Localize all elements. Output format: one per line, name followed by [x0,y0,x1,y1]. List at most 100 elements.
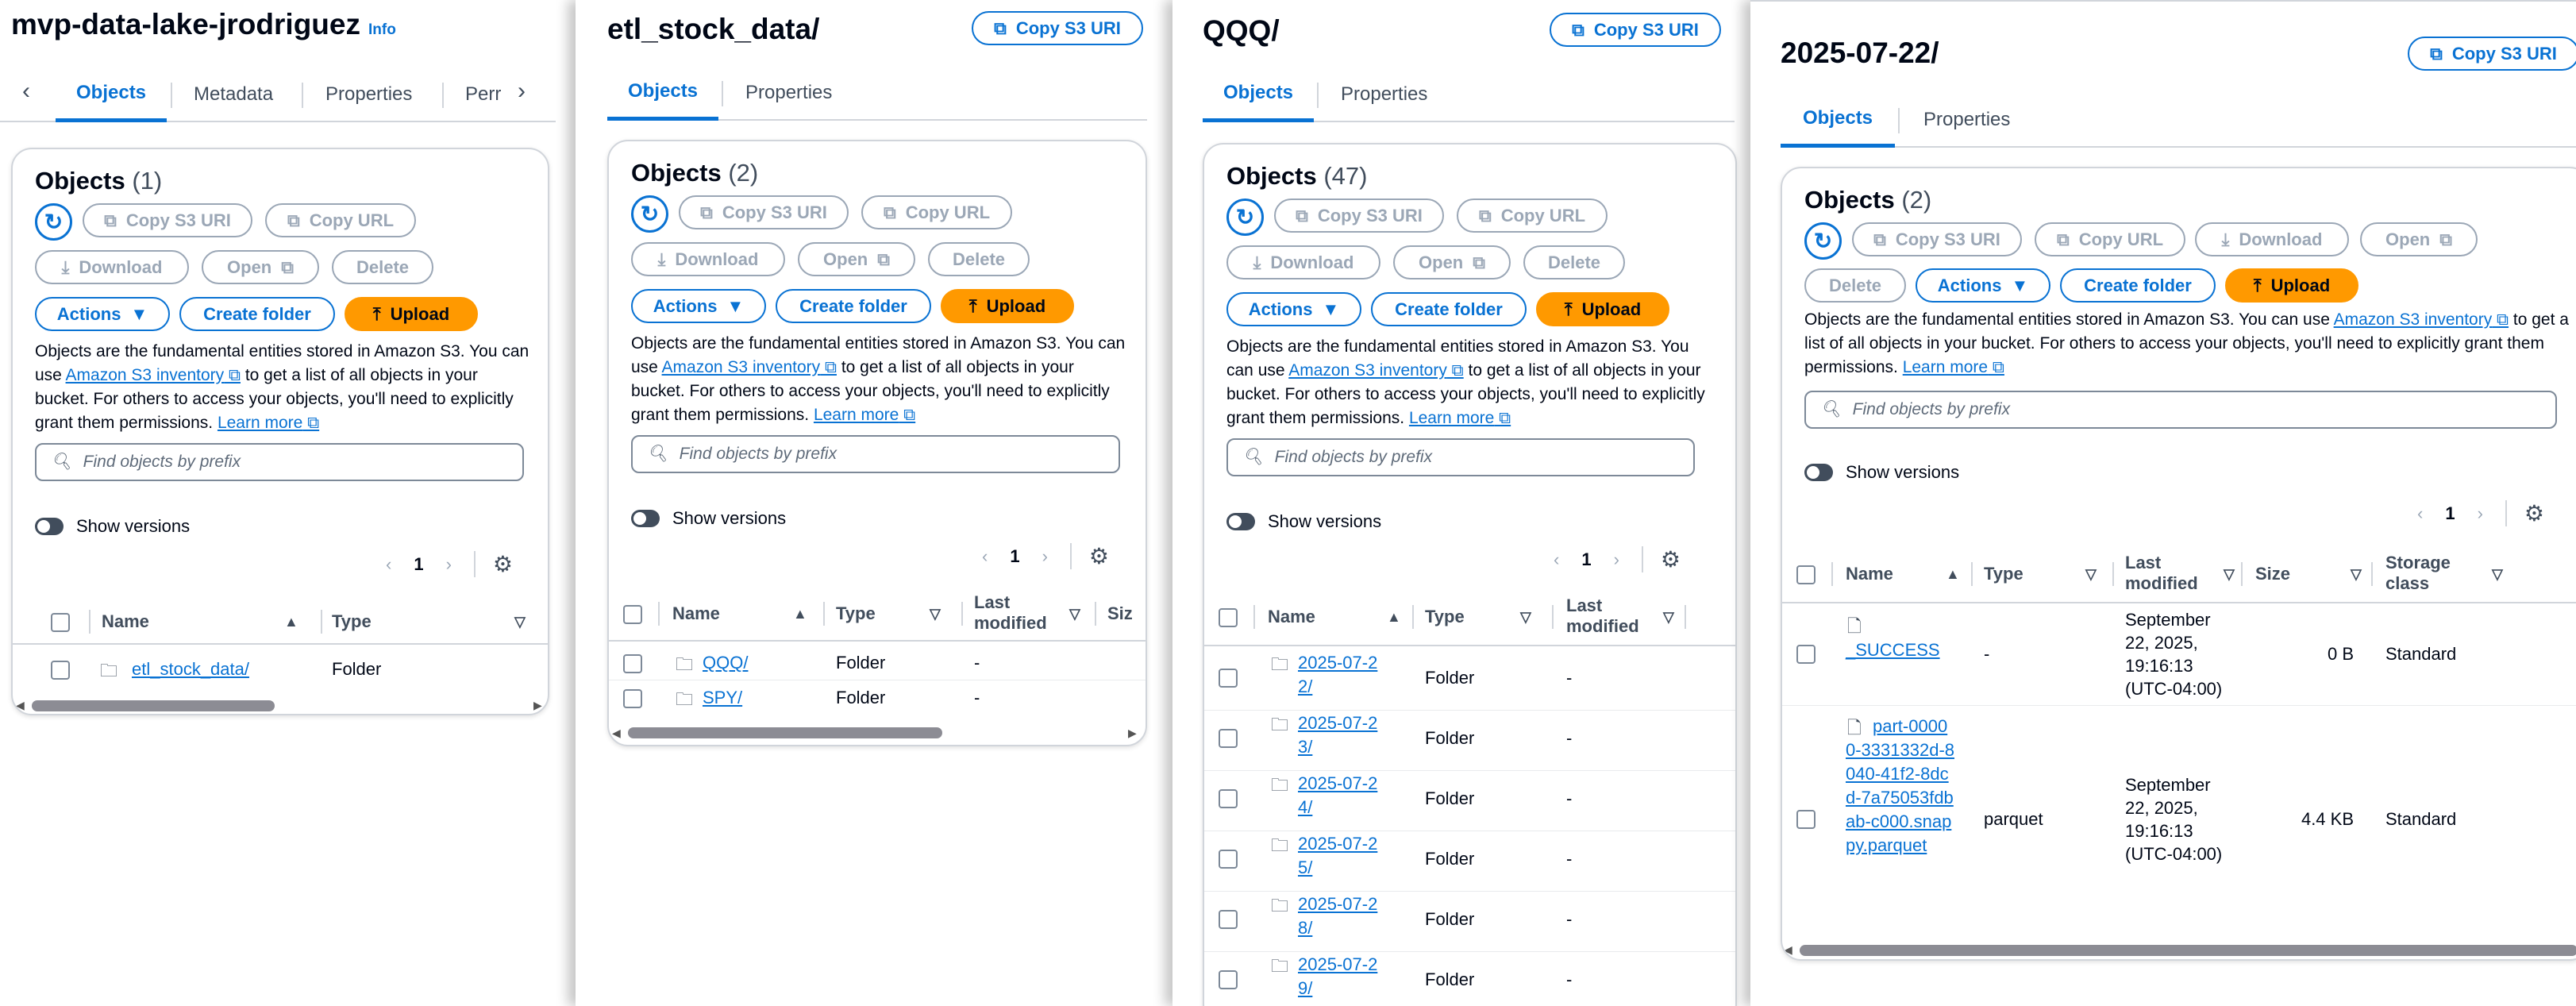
scroll-left-icon[interactable]: ◀ [612,727,621,740]
copy-s3-uri-button[interactable]: ⧉ Copy S3 URI [1274,199,1444,233]
scroll-right-icon[interactable]: ▶ [1128,727,1137,740]
sort-icon[interactable]: ▽ [1663,607,1674,627]
show-versions-toggle[interactable]: Show versions [1804,462,1959,483]
horizontal-scrollbar[interactable] [32,700,275,711]
column-name[interactable]: Name ▲ [1846,564,1965,584]
create-folder-button[interactable]: Create folder [179,297,335,331]
chevron-right-icon[interactable]: › [1614,549,1619,570]
refresh-icon[interactable]: ↻ [35,203,72,241]
column-size[interactable]: Siz [1107,603,1133,624]
scroll-right-icon[interactable]: ▶ [533,699,542,712]
actions-dropdown[interactable]: Actions ▼ [35,297,170,331]
file-name-link[interactable]: QQQ/ [703,651,748,675]
page-number[interactable]: 1 [1581,549,1591,570]
s3-inventory-link[interactable]: Amazon S3 inventory ⧉ [2334,310,2509,329]
sort-icon[interactable]: ▽ [2492,564,2503,584]
copy-s3-uri-button[interactable]: ⧉ Copy S3 URI [2408,37,2576,71]
sort-asc-icon[interactable]: ▲ [793,603,807,624]
file-name-link[interactable]: _SUCCESS [1846,638,1940,662]
sort-icon[interactable]: ▽ [1520,607,1531,627]
tab-objects[interactable]: Objects [607,65,719,121]
page-number[interactable]: 1 [1010,546,1019,567]
copy-s3-uri-button[interactable]: ⧉ Copy S3 URI [83,203,252,237]
copy-s3-uri-button[interactable]: ⧉ Copy S3 URI [1852,222,2022,256]
row-checkbox[interactable] [51,661,70,680]
sort-icon[interactable]: ▽ [514,611,526,632]
row-checkbox[interactable] [1219,729,1238,748]
create-folder-button[interactable]: Create folder [1371,292,1527,326]
row-checkbox[interactable] [623,654,642,673]
delete-button[interactable]: Delete [1523,245,1625,279]
gear-icon[interactable]: ⚙ [1069,543,1109,569]
gear-icon[interactable]: ⚙ [1641,546,1681,572]
sort-icon[interactable]: ▽ [2224,564,2235,584]
file-name-link[interactable]: etl_stock_data/ [132,657,249,681]
column-name[interactable]: Name ▲ [102,611,300,632]
sort-asc-icon[interactable]: ▲ [284,611,298,632]
s3-inventory-link[interactable]: Amazon S3 inventory ⧉ [662,358,837,376]
chevron-left-icon[interactable]: ‹ [982,546,988,567]
actions-dropdown[interactable]: Actions ▼ [1916,268,2050,303]
s3-inventory-link[interactable]: Amazon S3 inventory ⧉ [1288,361,1463,380]
column-last-modified[interactable]: Last modified ▽ [1566,596,1674,637]
sort-icon[interactable]: ▽ [2351,564,2362,584]
actions-dropdown[interactable]: Actions ▼ [1226,292,1361,326]
tab-properties[interactable]: Properties [725,65,853,121]
info-link[interactable]: Info [368,21,396,38]
show-versions-toggle[interactable]: Show versions [1226,511,1381,532]
actions-dropdown[interactable]: Actions ▼ [631,289,766,323]
upload-button[interactable]: ⤒ Upload [1536,292,1669,326]
create-folder-button[interactable]: Create folder [776,289,931,323]
column-type[interactable]: Type ▽ [1984,564,2111,584]
column-last-modified[interactable]: Last modified ▽ [974,592,1080,634]
file-name-link[interactable]: 2025-07-25/ [1298,832,1385,880]
file-name-link[interactable]: 2025-07-28/ [1298,892,1385,940]
upload-button[interactable]: ⤒ Upload [345,297,478,331]
copy-url-button[interactable]: ⧉ Copy URL [861,195,1012,229]
delete-button[interactable]: Delete [928,242,1030,276]
sort-asc-icon[interactable]: ▲ [1946,564,1960,584]
open-button[interactable]: Open ⧉ [798,242,915,276]
column-storage-class[interactable]: Storage class ▽ [2385,553,2503,594]
page-number[interactable]: 1 [414,554,423,575]
delete-button[interactable]: Delete [332,250,433,284]
select-all-checkbox[interactable] [623,605,642,624]
scroll-left-icon[interactable]: ◀ [16,699,25,712]
download-button[interactable]: ⤓ Download [2195,222,2349,256]
search-input[interactable]: 🔍︎ Find objects by prefix [1804,391,2557,429]
file-name-link[interactable]: 2025-07-22/ [1298,651,1385,699]
tabs-scroll-left-icon[interactable]: ‹ [22,78,30,105]
open-button[interactable]: Open ⧉ [202,250,319,284]
open-button[interactable]: Open ⧉ [2360,222,2478,256]
learn-more-link[interactable]: Learn more ⧉ [1903,358,2004,376]
row-checkbox[interactable] [1796,810,1816,829]
select-all-checkbox[interactable] [51,613,70,632]
search-input[interactable]: 🔍︎ Find objects by prefix [35,443,524,481]
column-type[interactable]: Type ▽ [836,603,955,624]
column-last-modified[interactable]: Last modified ▽ [2125,553,2235,594]
download-button[interactable]: ⤓ Download [35,250,189,284]
upload-button[interactable]: ⤒ Upload [941,289,1074,323]
row-checkbox[interactable] [623,689,642,708]
sort-icon[interactable]: ▽ [1069,603,1080,624]
refresh-icon[interactable]: ↻ [631,195,668,233]
copy-s3-uri-button[interactable]: ⧉ Copy S3 URI [679,195,849,229]
file-name-link[interactable]: SPY/ [703,686,742,710]
search-input[interactable]: 🔍︎ Find objects by prefix [631,435,1120,473]
column-size[interactable]: Size ▽ [2255,564,2366,584]
tab-metadata[interactable]: Metadata [173,67,294,122]
sort-icon[interactable]: ▽ [930,603,941,624]
toggle-switch[interactable] [631,510,660,527]
upload-button[interactable]: ⤒ Upload [2225,268,2358,303]
toggle-switch[interactable] [1804,464,1833,481]
tab-properties[interactable]: Properties [1320,67,1448,122]
toggle-switch[interactable] [1226,513,1255,530]
gear-icon[interactable]: ⚙ [2505,500,2544,526]
learn-more-link[interactable]: Learn more ⧉ [1409,409,1511,427]
chevron-right-icon[interactable]: › [446,554,452,575]
toggle-switch[interactable] [35,518,64,535]
tab-objects[interactable]: Objects [1781,92,1896,148]
row-checkbox[interactable] [1219,850,1238,869]
tab-objects[interactable]: Objects [56,67,167,122]
file-name-link[interactable]: 2025-07-24/ [1298,772,1385,819]
